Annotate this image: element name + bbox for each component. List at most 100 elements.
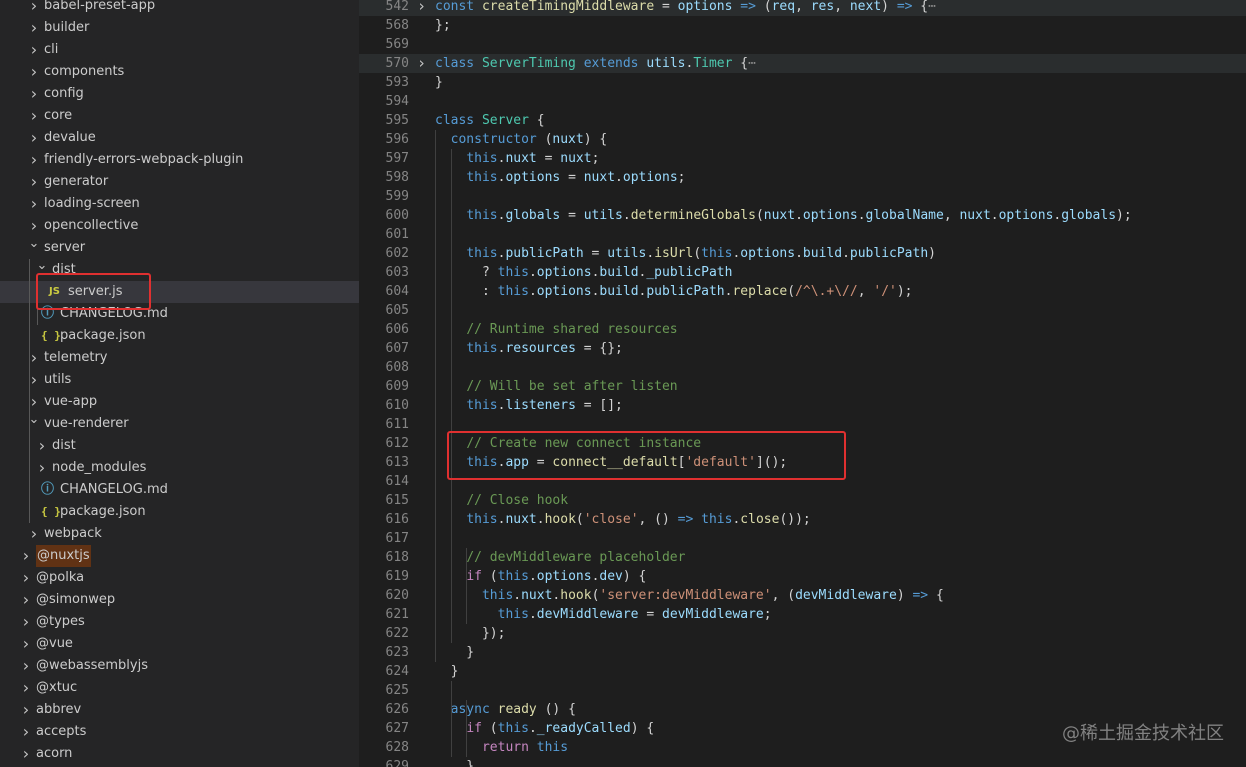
chevron-right-icon[interactable]	[27, 149, 41, 171]
code-line[interactable]: 607 this.resources = {};	[359, 339, 1246, 358]
code-line[interactable]: 618 // devMiddleware placeholder	[359, 548, 1246, 567]
code-line[interactable]: 620 this.nuxt.hook('server:devMiddleware…	[359, 586, 1246, 605]
tree-folder[interactable]: @types	[0, 611, 359, 633]
chevron-right-icon[interactable]	[19, 655, 33, 677]
code-line[interactable]: 608	[359, 358, 1246, 377]
code-line[interactable]: 615 // Close hook	[359, 491, 1246, 510]
tree-folder[interactable]: builder	[0, 17, 359, 39]
chevron-right-icon[interactable]	[27, 39, 41, 61]
code-line[interactable]: 570 › class ServerTiming extends utils.Tim…	[359, 54, 1246, 73]
folded-ellipsis-icon[interactable]: ⋯	[748, 56, 756, 71]
code-line[interactable]: 621 this.devMiddleware = devMiddleware;	[359, 605, 1246, 624]
folded-ellipsis-icon[interactable]: ⋯	[928, 0, 936, 14]
code-editor[interactable]: 542 › const createTimingMiddleware = optio…	[359, 0, 1246, 767]
code-line[interactable]: 624 }	[359, 662, 1246, 681]
code-line[interactable]: 616 this.nuxt.hook('close', () => this.c…	[359, 510, 1246, 529]
code-line[interactable]: 605	[359, 301, 1246, 320]
tree-folder[interactable]: config	[0, 83, 359, 105]
tree-folder[interactable]: friendly-errors-webpack-plugin	[0, 149, 359, 171]
tree-folder[interactable]: acorn	[0, 743, 359, 765]
chevron-right-icon[interactable]	[27, 193, 41, 215]
code-line[interactable]: 596 constructor (nuxt) {	[359, 130, 1246, 149]
chevron-right-icon[interactable]	[19, 743, 33, 765]
tree-folder[interactable]: @polka	[0, 567, 359, 589]
tree-item-label: opencollective	[44, 218, 139, 233]
code-line[interactable]: 597 this.nuxt = nuxt;	[359, 149, 1246, 168]
code-line[interactable]: 622 });	[359, 624, 1246, 643]
tree-folder[interactable]: @nuxtjs	[0, 545, 359, 567]
code-line[interactable]: 600 this.globals = utils.determineGlobal…	[359, 206, 1246, 225]
tree-folder[interactable]: @simonwep	[0, 589, 359, 611]
code-line[interactable]: 603 ? this.options.build._publicPath	[359, 263, 1246, 282]
line-number: 628	[385, 740, 409, 755]
code-line[interactable]: 595 class Server {	[359, 111, 1246, 130]
tree-folder[interactable]: dist	[0, 435, 359, 457]
tree-folder[interactable]: core	[0, 105, 359, 127]
code-line[interactable]: 623 }	[359, 643, 1246, 662]
tree-folder[interactable]: cli	[0, 39, 359, 61]
code-token: =	[536, 151, 561, 166]
chevron-right-icon[interactable]	[19, 611, 33, 633]
chevron-right-icon[interactable]	[35, 435, 49, 457]
tree-folder[interactable]: devalue	[0, 127, 359, 149]
chevron-right-icon[interactable]	[27, 215, 41, 237]
tree-folder[interactable]: @vue	[0, 633, 359, 655]
code-line[interactable]: 629 }	[359, 757, 1246, 767]
code-line[interactable]: 568};	[359, 16, 1246, 35]
code-line[interactable]: 606 // Runtime shared resources	[359, 320, 1246, 339]
code-line[interactable]: 619 if (this.options.dev) {	[359, 567, 1246, 586]
code-line[interactable]: 542 › const createTimingMiddleware = optio…	[359, 0, 1246, 16]
chevron-right-icon[interactable]	[27, 83, 41, 105]
tree-folder[interactable]: @xtuc	[0, 677, 359, 699]
tree-folder[interactable]: node_modules	[0, 457, 359, 479]
chevron-right-icon[interactable]	[27, 105, 41, 127]
tree-folder[interactable]: components	[0, 61, 359, 83]
code-line[interactable]: 598 this.options = nuxt.options;	[359, 168, 1246, 187]
code-line[interactable]: 609 // Will be set after listen	[359, 377, 1246, 396]
chevron-down-icon[interactable]	[27, 237, 41, 259]
chevron-right-icon[interactable]	[19, 545, 33, 567]
chevron-right-icon[interactable]	[19, 721, 33, 743]
chevron-right-icon[interactable]	[27, 171, 41, 193]
tree-folder[interactable]: vue-renderer	[0, 413, 359, 435]
chevron-right-icon[interactable]	[27, 0, 41, 17]
tree-folder[interactable]: abbrev	[0, 699, 359, 721]
chevron-right-icon[interactable]	[19, 699, 33, 721]
chevron-right-icon[interactable]	[35, 457, 49, 479]
tree-folder[interactable]: vue-app	[0, 391, 359, 413]
tree-folder[interactable]: utils	[0, 369, 359, 391]
code-line[interactable]: 626 async ready () {	[359, 700, 1246, 719]
tree-folder[interactable]: loading-screen	[0, 193, 359, 215]
tree-file[interactable]: { } package.json	[0, 501, 359, 523]
code-line[interactable]: 610 this.listeners = [];	[359, 396, 1246, 415]
chevron-right-icon[interactable]	[19, 633, 33, 655]
tree-folder[interactable]: babel-preset-app	[0, 0, 359, 17]
chevron-right-icon[interactable]	[27, 127, 41, 149]
tree-folder[interactable]: webpack	[0, 523, 359, 545]
code-line[interactable]: 601	[359, 225, 1246, 244]
code-line[interactable]: 599	[359, 187, 1246, 206]
chevron-right-icon[interactable]	[19, 567, 33, 589]
tree-folder[interactable]: telemetry	[0, 347, 359, 369]
chevron-right-icon[interactable]	[27, 523, 41, 545]
tree-folder[interactable]: @webassemblyjs	[0, 655, 359, 677]
code-line[interactable]: 617	[359, 529, 1246, 548]
tree-folder[interactable]: opencollective	[0, 215, 359, 237]
chevron-right-icon[interactable]	[19, 589, 33, 611]
tree-folder[interactable]: generator	[0, 171, 359, 193]
tree-file[interactable]: { } package.json	[0, 325, 359, 347]
chevron-right-icon[interactable]	[27, 61, 41, 83]
code-line[interactable]: 593}	[359, 73, 1246, 92]
chevron-right-icon[interactable]	[27, 17, 41, 39]
tree-folder[interactable]: accepts	[0, 721, 359, 743]
tree-folder[interactable]: server	[0, 237, 359, 259]
fold-chevron-icon[interactable]: ›	[417, 54, 426, 73]
fold-chevron-icon[interactable]: ›	[417, 0, 426, 16]
code-line[interactable]: 625	[359, 681, 1246, 700]
code-line[interactable]: 604 : this.options.build.publicPath.repl…	[359, 282, 1246, 301]
code-line[interactable]: 602 this.publicPath = utils.isUrl(this.o…	[359, 244, 1246, 263]
code-line[interactable]: 594	[359, 92, 1246, 111]
code-line[interactable]: 569	[359, 35, 1246, 54]
tree-file[interactable]: ⓘ CHANGELOG.md	[0, 479, 359, 501]
chevron-right-icon[interactable]	[19, 677, 33, 699]
